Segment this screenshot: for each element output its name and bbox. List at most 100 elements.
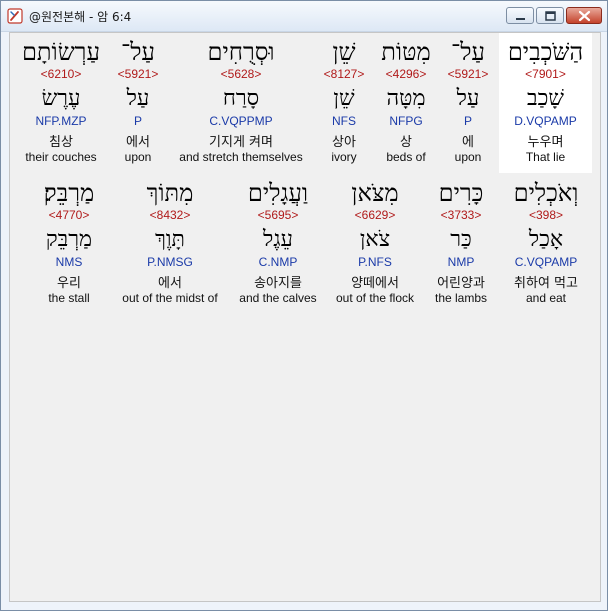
strong-number[interactable]: <5695> (230, 208, 326, 222)
word-column[interactable]: מַרְבֵּק׃ <4770> מַרְבֵּק NMS 우리 the sta… (28, 174, 110, 314)
morphology-code: C.VQPAMP (514, 255, 578, 269)
strong-number[interactable]: <8127> (316, 67, 372, 81)
app-window: @원전본해 - 암 6:4 הַשֹּׁכְבִים <7901> שָׁכַב (0, 0, 608, 611)
hebrew-word: כָּרִים (438, 179, 484, 207)
hebrew-word: וּסְרֻחִים (207, 38, 275, 66)
strong-number[interactable]: <3733> (426, 208, 496, 222)
app-icon (7, 8, 23, 24)
english-gloss: and stretch themselves (179, 150, 303, 164)
maximize-icon (545, 11, 556, 21)
korean-gloss: 어린양과 (437, 276, 485, 291)
hebrew-word: הַשֹּׁכְבִים (507, 38, 584, 66)
morphology-code: P.NMSG (147, 255, 193, 269)
word-column[interactable]: כָּרִים <3733> כַּר NMP 어린양과 the lambs (426, 174, 496, 314)
strong-number[interactable]: <6629> (328, 208, 422, 222)
word-column[interactable]: הַשֹּׁכְבִים <7901> שָׁכַב D.VQPAMP 누우며 … (499, 33, 592, 173)
lemma-word: עַל (126, 86, 150, 111)
hebrew-word: עַל־ (451, 38, 485, 66)
korean-gloss: 에서 (126, 135, 150, 150)
window-title: @원전본해 - 암 6:4 (29, 10, 132, 24)
korean-gloss: 송아지를 (254, 276, 302, 291)
english-gloss: upon (124, 150, 152, 164)
title-bar[interactable]: @원전본해 - 암 6:4 (1, 1, 607, 32)
morphology-code: NFP.MZP (35, 114, 87, 128)
english-gloss: out of the flock (335, 291, 415, 305)
word-column[interactable]: עַרְשׂוֹתָם <6210> עֶרֶשׂ NFP.MZP 침상 the… (14, 33, 108, 173)
korean-gloss: 에서 (158, 276, 182, 291)
lemma-word: צֹאן (359, 227, 391, 252)
morphology-code: NFPG (389, 114, 423, 128)
english-gloss: upon (454, 150, 482, 164)
strong-number[interactable]: <6210> (14, 67, 108, 81)
minimize-icon (516, 18, 525, 20)
word-column[interactable]: עַל־ <5921> עַל P 에서 upon (110, 33, 166, 173)
strong-number[interactable]: <8432> (114, 208, 226, 222)
english-gloss: ivory (331, 150, 357, 164)
minimize-button[interactable] (506, 7, 534, 24)
english-gloss: the lambs (434, 291, 488, 305)
strong-number[interactable]: <5921> (110, 67, 166, 81)
korean-gloss: 취하여 먹고 (514, 276, 578, 291)
english-gloss: their couches (25, 150, 97, 164)
hebrew-word: שֵׁן (332, 38, 356, 66)
morphology-code: C.VQPPMP (209, 114, 273, 128)
lemma-word: תָּוֶךְ (155, 227, 185, 252)
english-gloss: the stall (48, 291, 90, 305)
morphology-code: P.NFS (358, 255, 392, 269)
hebrew-word: וַעֲגָלִים (247, 179, 309, 207)
lemma-word: עֶרֶשׂ (41, 86, 81, 111)
maximize-button[interactable] (536, 7, 564, 24)
morphology-code: D.VQPAMP (514, 114, 577, 128)
hebrew-word: מַרְבֵּק׃ (43, 179, 95, 207)
morphology-code: NMS (55, 255, 83, 269)
hebrew-word: מִצֹּאן (351, 179, 399, 207)
hebrew-word: וְאֹכְלִים (513, 179, 579, 207)
verse-line-1: הַשֹּׁכְבִים <7901> שָׁכַב D.VQPAMP 누우며 … (10, 33, 602, 173)
lemma-word: עַל (456, 86, 480, 111)
morphology-code: C.NMP (258, 255, 298, 269)
morphology-code: P (133, 114, 142, 128)
morphology-code: NFS (332, 114, 356, 128)
korean-gloss: 우리 (57, 276, 81, 291)
close-icon (578, 10, 591, 22)
english-gloss: and eat (525, 291, 567, 305)
strong-number[interactable]: <398> (500, 208, 592, 222)
word-column[interactable]: מִתּוֹךְ <8432> תָּוֶךְ P.NMSG 에서 out of… (114, 174, 226, 314)
strong-number[interactable]: <4770> (28, 208, 110, 222)
interlinear-panel[interactable]: הַשֹּׁכְבִים <7901> שָׁכַב D.VQPAMP 누우며 … (9, 32, 601, 602)
korean-gloss: 침상 (49, 135, 73, 150)
korean-gloss: 기지게 켜며 (209, 135, 273, 150)
lemma-word: עֵגֶל (262, 227, 293, 252)
korean-gloss: 양떼에서 (351, 276, 399, 291)
lemma-word: אָכַל (528, 227, 564, 252)
hebrew-word: עַרְשׂוֹתָם (21, 38, 101, 66)
word-column[interactable]: וַעֲגָלִים <5695> עֵגֶל C.NMP 송아지를 and t… (230, 174, 326, 314)
hebrew-word: מִתּוֹךְ (146, 179, 194, 207)
word-column[interactable]: מִטּוֹת <4296> מִטָּה NFPG 상 beds of (375, 33, 437, 173)
korean-gloss: 누우며 (527, 135, 564, 150)
hebrew-word: עַל־ (121, 38, 155, 66)
lemma-word: סָרַח (222, 86, 260, 111)
morphology-code: P (463, 114, 472, 128)
morphology-code: NMP (447, 255, 475, 269)
korean-gloss: 에 (462, 135, 474, 150)
strong-number[interactable]: <7901> (499, 67, 592, 81)
close-button[interactable] (566, 7, 602, 24)
lemma-word: מִטָּה (386, 86, 426, 111)
word-column[interactable]: וְאֹכְלִים <398> אָכַל C.VQPAMP 취하여 먹고 a… (500, 174, 592, 314)
word-column[interactable]: מִצֹּאן <6629> צֹאן P.NFS 양떼에서 out of th… (328, 174, 422, 314)
strong-number[interactable]: <5628> (170, 67, 312, 81)
verse-line-2: וְאֹכְלִים <398> אָכַל C.VQPAMP 취하여 먹고 a… (10, 174, 602, 314)
lemma-word: מַרְבֵּק (45, 227, 93, 252)
english-gloss: out of the midst of (122, 291, 218, 305)
lemma-word: שָׁכַב (527, 86, 564, 111)
word-column[interactable]: וּסְרֻחִים <5628> סָרַח C.VQPPMP 기지게 켜며 … (170, 33, 312, 173)
lemma-word: כַּר (450, 227, 472, 252)
korean-gloss: 상 (400, 135, 412, 150)
english-gloss: and the calves (239, 291, 317, 305)
word-column[interactable]: שֵׁן <8127> שֵׁן NFS 상아 ivory (316, 33, 372, 173)
word-column[interactable]: עַל־ <5921> עַל P 에 upon (440, 33, 496, 173)
english-gloss: beds of (386, 150, 426, 164)
strong-number[interactable]: <5921> (440, 67, 496, 81)
strong-number[interactable]: <4296> (375, 67, 437, 81)
